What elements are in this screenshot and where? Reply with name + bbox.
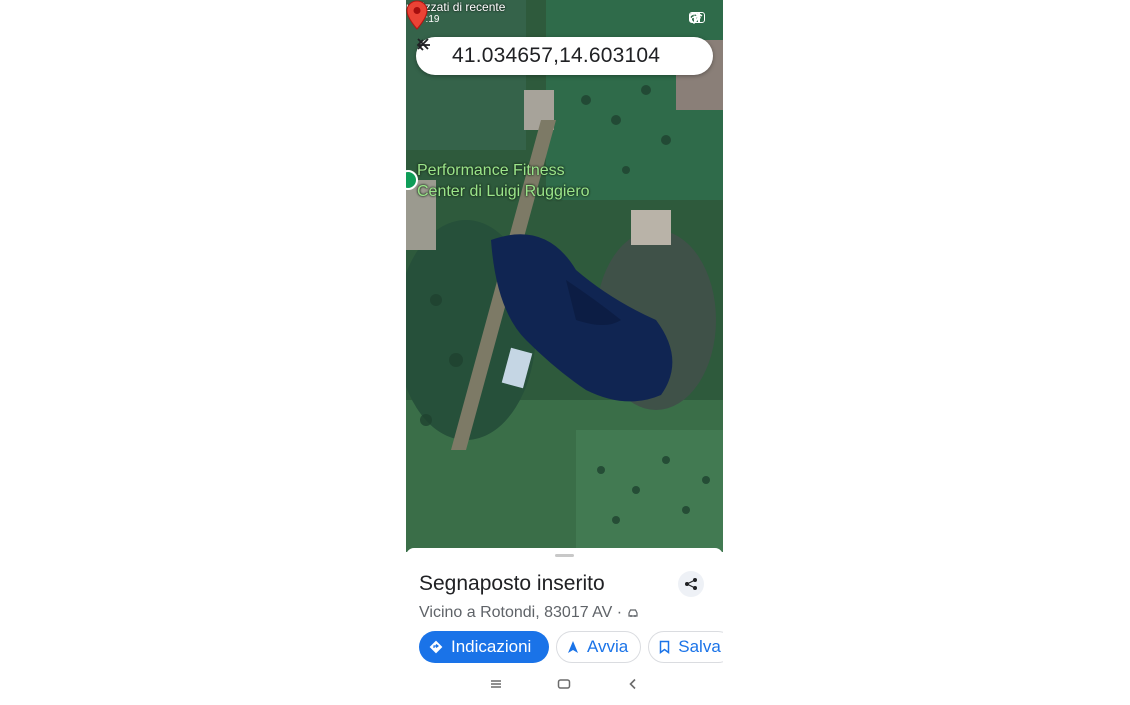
share-icon — [685, 578, 697, 590]
directions-icon — [429, 640, 443, 654]
search-query[interactable]: 41.034657,14.603104 — [452, 44, 675, 68]
poi-label-line2: Center di Luigi Ruggiero — [417, 183, 590, 200]
satellite-imagery — [406, 0, 723, 552]
system-nav-bar — [406, 672, 723, 700]
poi-label[interactable]: Performance Fitness Center di Luigi Rugg… — [417, 160, 590, 202]
place-title: Segnaposto inserito — [419, 572, 605, 595]
directions-button[interactable]: Indicazioni — [419, 631, 549, 663]
sheet-drag-handle[interactable] — [555, 554, 574, 557]
start-navigation-button[interactable]: Avvia — [556, 631, 642, 663]
save-button[interactable]: Salva — [648, 631, 723, 663]
poi-label-line1: Performance Fitness — [417, 162, 565, 179]
share-button[interactable] — [678, 571, 704, 597]
start-label: Avvia — [587, 637, 629, 656]
place-subtitle: Vicino a Rotondi, 83017 AV · — [419, 604, 639, 622]
phone-screen: ualizzati di recente 7:19 88 Performance… — [406, 0, 723, 705]
wifi-icon — [689, 13, 703, 21]
back-icon[interactable] — [628, 678, 638, 690]
navigation-arrow-icon — [568, 641, 578, 653]
dropped-pin-icon[interactable] — [406, 0, 428, 30]
place-address: Vicino a Rotondi, 83017 AV · — [419, 604, 623, 621]
bookmark-icon — [660, 640, 670, 654]
home-icon[interactable] — [557, 678, 571, 690]
search-bar[interactable]: 41.034657,14.603104 — [416, 37, 713, 75]
save-label: Salva — [678, 637, 721, 656]
status-bar: ualizzati di recente 7:19 88 — [406, 0, 723, 30]
close-icon — [417, 38, 429, 50]
menu-icon[interactable] — [490, 678, 502, 690]
action-buttons: Indicazioni Avvia Salva — [419, 631, 723, 663]
clear-search-button[interactable] — [417, 37, 713, 75]
car-icon — [628, 609, 638, 617]
satellite-map[interactable]: ualizzati di recente 7:19 88 Performance… — [406, 0, 723, 552]
directions-label: Indicazioni — [451, 637, 532, 656]
